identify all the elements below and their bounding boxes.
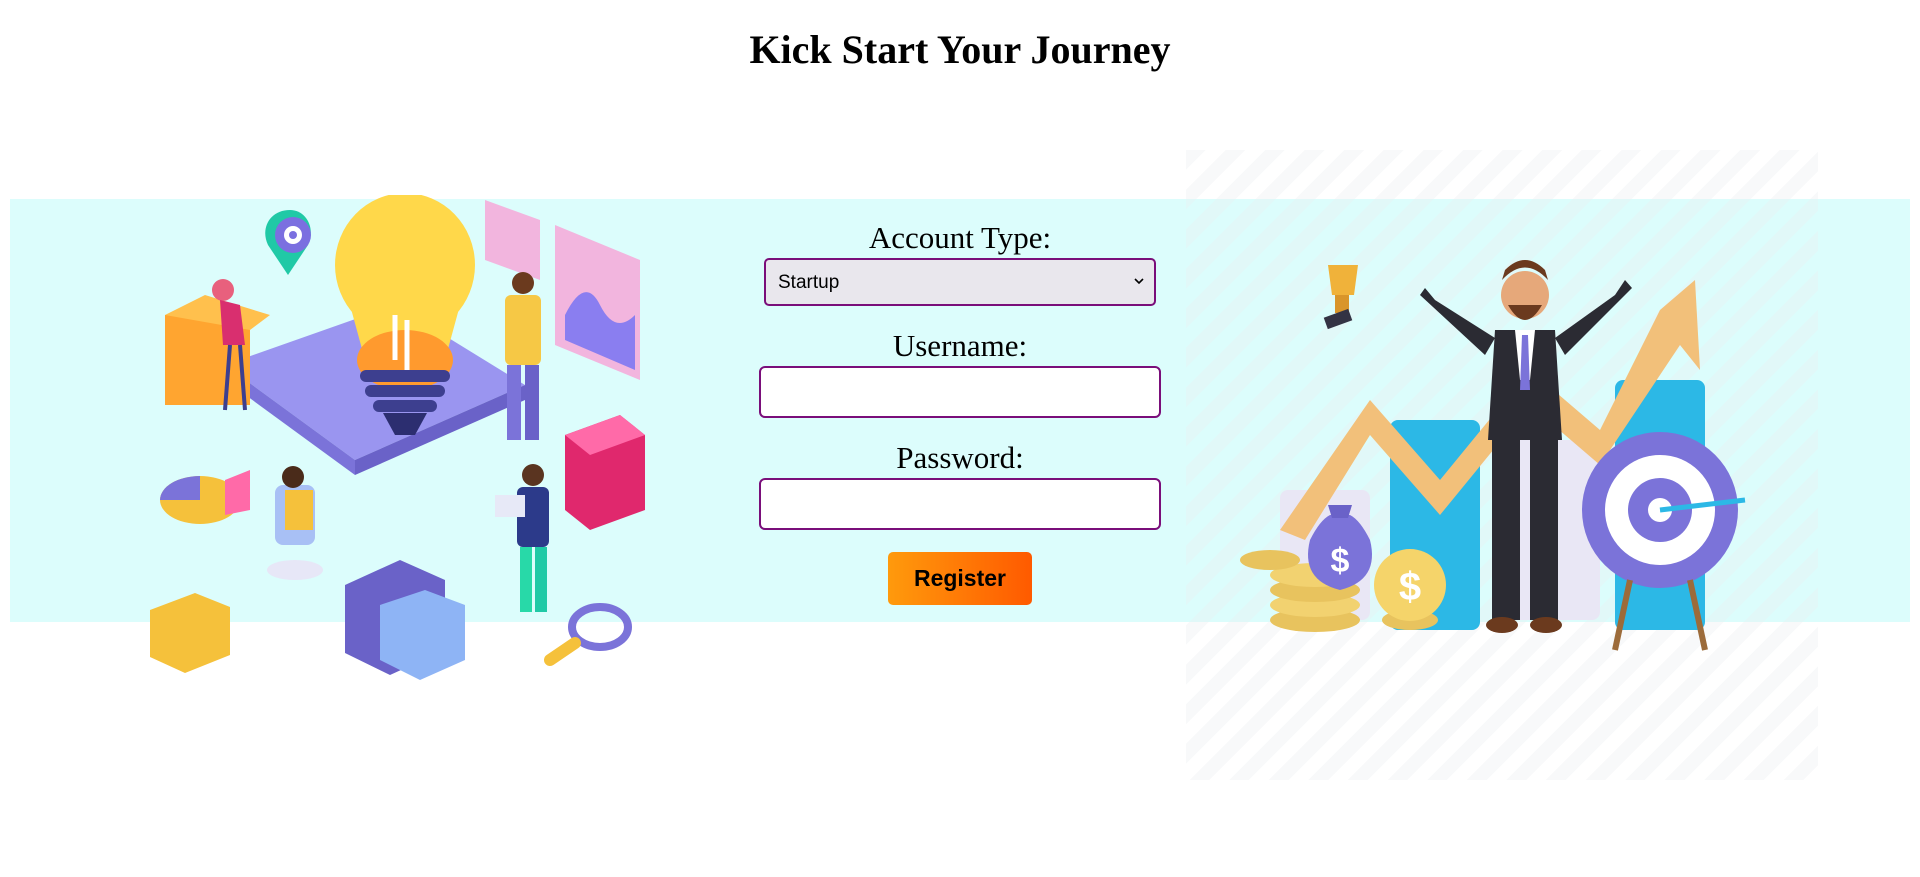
person-with-laptop (495, 464, 549, 612)
page-title: Kick Start Your Journey (749, 27, 1171, 72)
username-input[interactable] (759, 366, 1161, 418)
account-type-select[interactable]: Startup (764, 258, 1156, 306)
registration-form: Account Type: Startup Username: Password… (740, 220, 1180, 605)
chevron-down-icon (1134, 278, 1144, 285)
standing-person (505, 272, 541, 440)
seated-person (267, 466, 323, 580)
svg-text:$: $ (1399, 565, 1421, 609)
account-type-label: Account Type: (868, 220, 1052, 255)
gear-pin-icon (265, 210, 311, 275)
password-input[interactable] (759, 478, 1161, 530)
startup-teamwork-illustration (150, 195, 645, 680)
trophy-icon (1323, 265, 1358, 330)
password-label: Password: (896, 440, 1024, 475)
pie-chart-icon (160, 470, 250, 524)
account-type-value: Startup (778, 272, 840, 293)
success-businessman-illustration: $ $ (1240, 260, 1746, 651)
svg-text:$: $ (1331, 542, 1350, 580)
magnifier-icon (544, 603, 632, 666)
username-label: Username: (892, 328, 1028, 363)
register-button[interactable]: Register (888, 552, 1032, 605)
